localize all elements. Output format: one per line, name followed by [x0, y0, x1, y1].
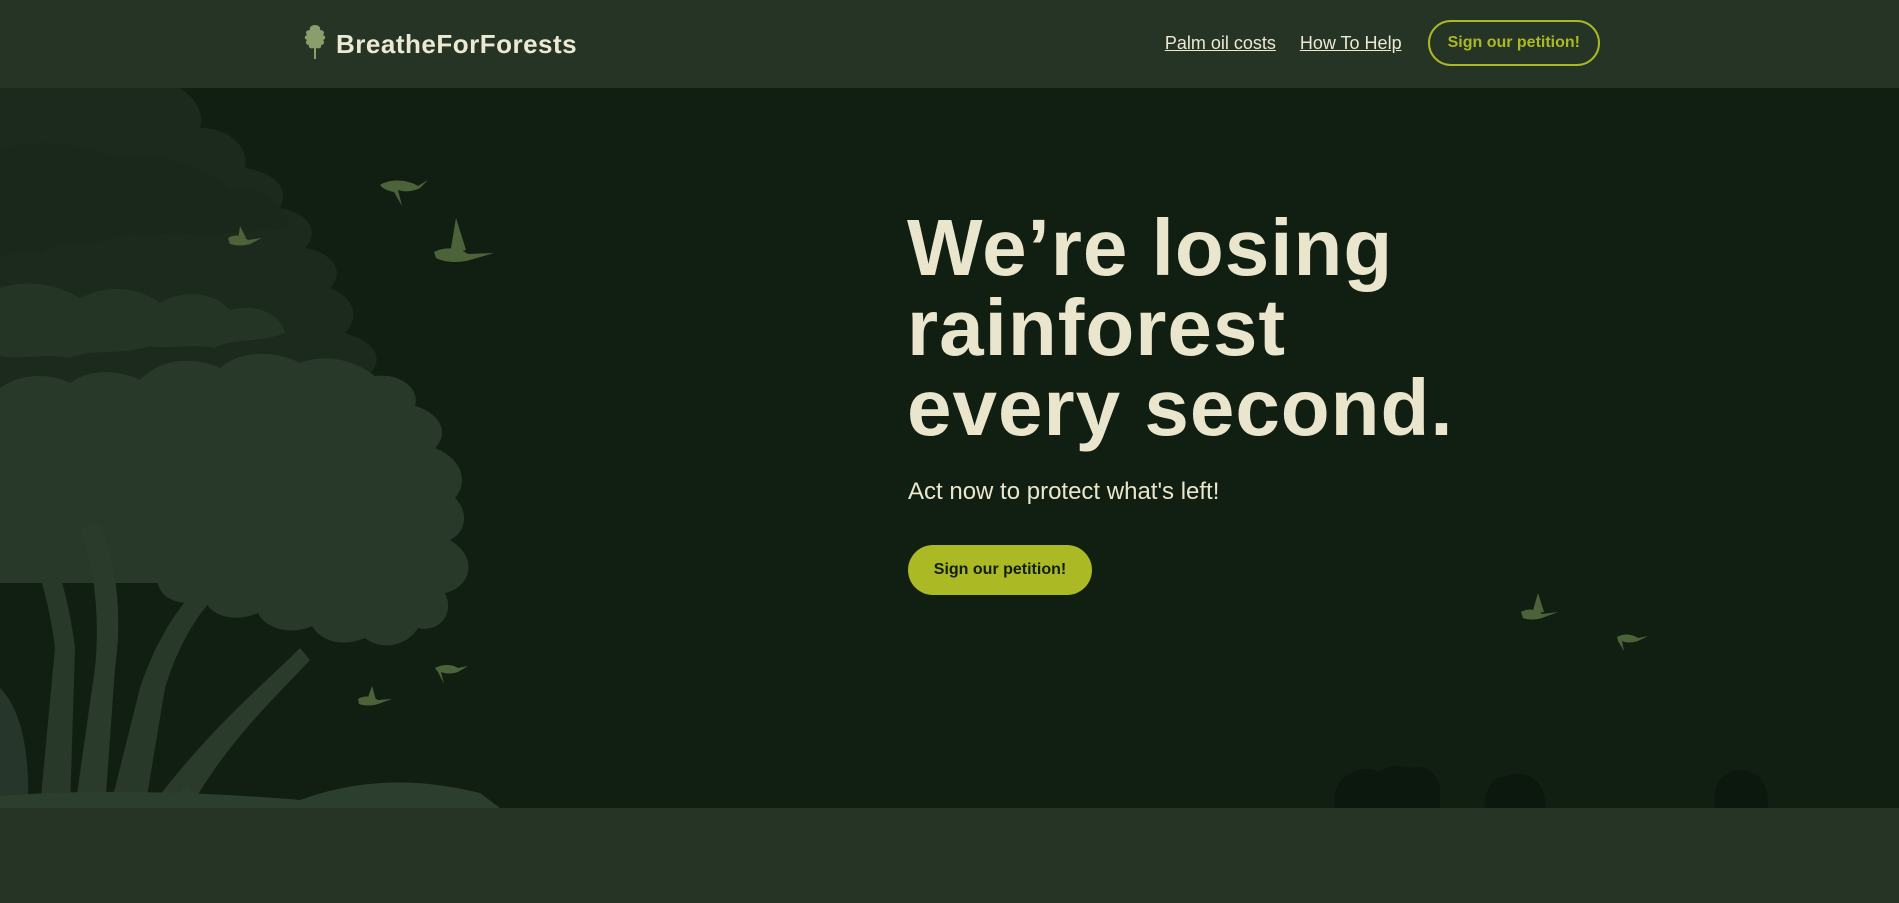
- hero-petition-button[interactable]: Sign our petition!: [908, 545, 1092, 595]
- bird-icon: [1617, 634, 1648, 651]
- tree-icon: [300, 23, 330, 66]
- animal-silhouette: [1484, 773, 1546, 808]
- animal-silhouette: [1714, 770, 1769, 808]
- nav-petition-button[interactable]: Sign our petition!: [1427, 20, 1600, 66]
- section-divider-band: [0, 808, 1899, 903]
- bird-icon: [434, 218, 494, 263]
- hero-subhead: Act now to protect what's left!: [908, 478, 1220, 505]
- animal-silhouette: [1334, 765, 1440, 808]
- foreground-tree-silhouette: [0, 353, 469, 646]
- hero-section: We’re losing rainforest every second. Ac…: [0, 88, 1899, 808]
- headline-line: We’re losing: [907, 203, 1394, 292]
- brand[interactable]: BreatheForForests: [300, 24, 577, 64]
- hero-headline: We’re losing rainforest every second.: [907, 208, 1607, 448]
- bird-icon: [435, 665, 468, 684]
- hero-content: We’re losing rainforest every second. Ac…: [907, 208, 1607, 595]
- bird-icon: [380, 180, 428, 206]
- navbar: BreatheForForests Palm oil costs How To …: [0, 0, 1899, 88]
- nav-link-palm-oil-costs[interactable]: Palm oil costs: [1165, 33, 1276, 54]
- bird-icon: [358, 686, 392, 706]
- brand-name: BreatheForForests: [336, 28, 578, 59]
- headline-line: rainforest: [907, 283, 1286, 372]
- bird-icon: [1521, 593, 1558, 620]
- headline-line: every second.: [907, 363, 1454, 452]
- nav-link-how-to-help[interactable]: How To Help: [1300, 33, 1402, 54]
- nav-links: Palm oil costs How To Help Sign our peti…: [1165, 18, 1600, 68]
